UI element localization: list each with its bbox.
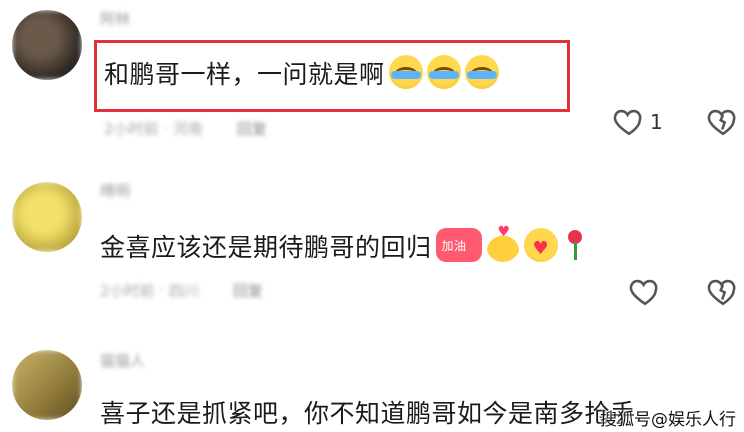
comment-time: 2小时前 · 河南 — [104, 120, 203, 138]
like-count: 1 — [650, 110, 663, 134]
avatar[interactable] — [12, 10, 82, 80]
comment-item: 晴明 金喜应该还是期待鹏哥的回归 2小时前 · 四川 回复 — [0, 170, 744, 330]
crying-laughing-emoji — [426, 55, 461, 89]
comment-time: 2小时前 · 四川 — [100, 282, 199, 300]
watermark: 搜狐号@娱乐人行 — [600, 410, 736, 430]
comment-text: 喜子还是抓紧吧，你不知道鹏哥如今是南多抢手 — [100, 394, 636, 430]
rose-emoji — [562, 228, 588, 262]
comment-text-body: 金喜应该还是期待鹏哥的回归 — [100, 233, 432, 262]
comment-item: 阿林 和鹏哥一样，一问就是啊 2小时前 · 河南 回复 1 — [0, 0, 744, 150]
username[interactable]: 晴明 — [100, 180, 130, 201]
avatar[interactable] — [12, 182, 82, 252]
comment-text: 金喜应该还是期待鹏哥的回归 — [100, 224, 588, 264]
hug-emoji — [523, 228, 558, 262]
like-icon[interactable] — [612, 104, 646, 138]
crying-laughing-emoji — [464, 55, 499, 89]
reply-button[interactable]: 回复 — [237, 120, 267, 138]
comment-meta: 2小时前 · 河南 回复 — [104, 118, 267, 139]
cheer-emoji — [435, 228, 482, 262]
reply-button[interactable]: 回复 — [233, 282, 263, 300]
heart-hand-emoji — [485, 224, 520, 262]
dislike-icon[interactable] — [706, 274, 740, 308]
comment-text: 和鹏哥一样，一问就是啊 — [104, 55, 499, 91]
comment-meta: 2小时前 · 四川 回复 — [100, 280, 263, 301]
crying-laughing-emoji — [388, 55, 423, 89]
username[interactable]: 阿林 — [100, 8, 130, 29]
like-icon[interactable] — [628, 274, 662, 308]
comment-text-body: 喜子还是抓紧吧，你不知道鹏哥如今是南多抢手 — [100, 399, 636, 428]
avatar[interactable] — [12, 350, 82, 420]
dislike-icon[interactable] — [706, 104, 740, 138]
username[interactable]: 猫猫人 — [100, 350, 145, 371]
comment-text-body: 和鹏哥一样，一问就是啊 — [104, 60, 385, 89]
